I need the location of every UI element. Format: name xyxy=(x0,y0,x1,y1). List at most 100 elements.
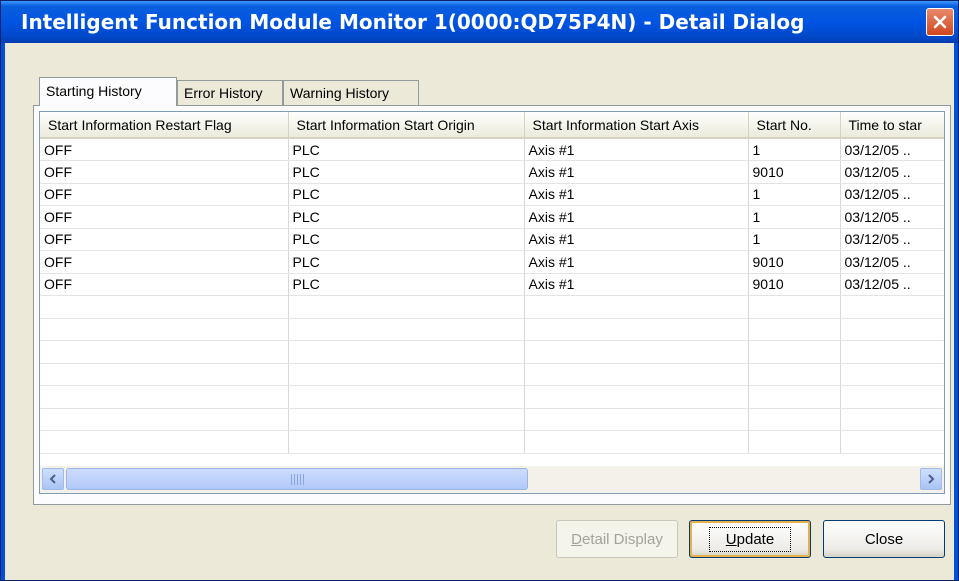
tab-warning-history[interactable]: Warning History xyxy=(283,80,419,105)
table-cell: OFF xyxy=(40,228,289,251)
tab-starting-history[interactable]: Starting History xyxy=(39,77,177,106)
table-cell xyxy=(524,430,749,454)
table-cell: Axis #1 xyxy=(524,138,749,161)
table-cell: 03/12/05 .. xyxy=(840,183,944,206)
table-cell: 1 xyxy=(748,228,841,251)
table-cell xyxy=(748,408,841,431)
scroll-left-button[interactable] xyxy=(42,468,64,490)
table-cell xyxy=(524,363,749,386)
table-cell xyxy=(288,408,525,431)
scroll-thumb-grip xyxy=(291,474,305,485)
table-row[interactable] xyxy=(40,408,944,431)
column-header-time-to-start[interactable]: Time to star xyxy=(840,112,944,139)
table-cell: 9010 xyxy=(748,250,841,274)
table-row[interactable] xyxy=(40,318,944,341)
detail-display-button[interactable]: Detail Display xyxy=(556,520,678,558)
table-cell: Axis #1 xyxy=(524,183,749,206)
table-cell xyxy=(288,318,525,341)
scroll-thumb[interactable] xyxy=(66,468,528,490)
update-button[interactable]: Update xyxy=(689,520,811,558)
table-cell: PLC xyxy=(288,228,525,251)
table-cell xyxy=(840,408,944,431)
table-row[interactable]: OFF PLC Axis #1 1 03/12/05 .. xyxy=(40,205,944,229)
close-window-button[interactable] xyxy=(926,8,954,36)
column-header-start-origin[interactable]: Start Information Start Origin xyxy=(288,112,525,139)
table-cell: 03/12/05 .. xyxy=(840,250,944,274)
table-cell: OFF xyxy=(40,160,289,184)
table-cell: Axis #1 xyxy=(524,273,749,296)
table-cell: 1 xyxy=(748,205,841,229)
table-cell: 9010 xyxy=(748,160,841,184)
update-label: Update xyxy=(708,526,792,552)
table-cell xyxy=(524,295,749,319)
table-cell: 1 xyxy=(748,138,841,161)
table-cell xyxy=(288,385,525,409)
table-row[interactable]: OFF PLC Axis #1 1 03/12/05 .. xyxy=(40,228,944,251)
table-cell xyxy=(748,318,841,341)
table-row[interactable]: OFF PLC Axis #1 1 03/12/05 .. xyxy=(40,183,944,206)
column-header-start-axis[interactable]: Start Information Start Axis xyxy=(524,112,749,139)
table-cell: 03/12/05 .. xyxy=(840,273,944,296)
tab-error-history[interactable]: Error History xyxy=(177,80,283,105)
table-row[interactable]: OFF PLC Axis #1 1 03/12/05 .. xyxy=(40,138,944,161)
table-row[interactable] xyxy=(40,430,944,454)
table-cell xyxy=(40,295,289,319)
table-cell: OFF xyxy=(40,183,289,206)
table-cell: 03/12/05 .. xyxy=(840,205,944,229)
table-cell xyxy=(40,385,289,409)
scroll-right-button[interactable] xyxy=(920,468,942,490)
detail-display-label: Detail Display xyxy=(571,530,663,548)
table-row[interactable] xyxy=(40,385,944,409)
column-header-restart-flag[interactable]: Start Information Restart Flag xyxy=(40,112,289,139)
header-row: Start Information Restart Flag Start Inf… xyxy=(40,112,944,139)
table-cell xyxy=(840,363,944,386)
table-cell xyxy=(288,363,525,386)
table-cell: PLC xyxy=(288,250,525,274)
table-row[interactable]: OFF PLC Axis #1 9010 03/12/05 .. xyxy=(40,273,944,296)
table-cell xyxy=(524,340,749,364)
window-title: Intelligent Function Module Monitor 1(00… xyxy=(21,10,805,34)
table-cell xyxy=(840,318,944,341)
table-cell: Axis #1 xyxy=(524,250,749,274)
table-cell xyxy=(748,385,841,409)
table-cell: Axis #1 xyxy=(524,205,749,229)
column-header-start-no[interactable]: Start No. xyxy=(748,112,841,139)
table-cell: PLC xyxy=(288,273,525,296)
table-cell xyxy=(288,340,525,364)
table-cell xyxy=(840,340,944,364)
history-list[interactable]: Start Information Restart Flag Start Inf… xyxy=(39,111,945,494)
window-right-border xyxy=(954,43,958,580)
table-row[interactable]: OFF PLC Axis #1 9010 03/12/05 .. xyxy=(40,250,944,274)
scroll-right-arrow-icon xyxy=(928,474,935,484)
history-table: Start Information Restart Flag Start Inf… xyxy=(40,112,944,454)
close-x-icon xyxy=(933,15,947,29)
table-cell xyxy=(840,430,944,454)
table-cell: PLC xyxy=(288,160,525,184)
table-cell xyxy=(748,295,841,319)
table-row[interactable] xyxy=(40,363,944,386)
table-cell xyxy=(840,295,944,319)
table-cell xyxy=(524,408,749,431)
table-cell xyxy=(524,318,749,341)
table-cell: 1 xyxy=(748,183,841,206)
table-cell xyxy=(748,363,841,386)
table-cell xyxy=(524,385,749,409)
table-cell: Axis #1 xyxy=(524,160,749,184)
table-cell xyxy=(40,430,289,454)
table-cell xyxy=(40,363,289,386)
table-row[interactable] xyxy=(40,295,944,319)
table-cell: PLC xyxy=(288,183,525,206)
table-row[interactable] xyxy=(40,340,944,364)
table-cell: OFF xyxy=(40,138,289,161)
table-cell xyxy=(840,385,944,409)
close-label: Close xyxy=(864,530,904,548)
close-button[interactable]: Close xyxy=(823,520,945,558)
scroll-left-arrow-icon xyxy=(49,474,56,484)
table-cell xyxy=(288,295,525,319)
table-cell: OFF xyxy=(40,250,289,274)
table-cell xyxy=(288,430,525,454)
table-cell xyxy=(748,430,841,454)
horizontal-scrollbar[interactable] xyxy=(40,466,944,493)
table-row[interactable]: OFF PLC Axis #1 9010 03/12/05 .. xyxy=(40,160,944,184)
title-bar[interactable]: Intelligent Function Module Monitor 1(00… xyxy=(1,1,958,43)
